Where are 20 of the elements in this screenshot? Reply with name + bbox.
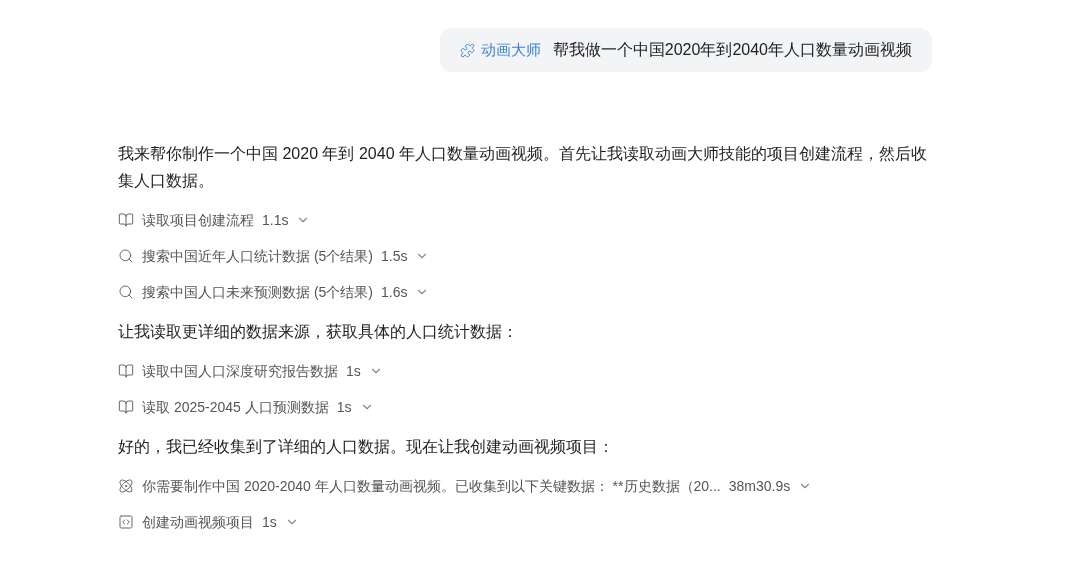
book-icon bbox=[118, 212, 134, 228]
search-icon bbox=[118, 284, 134, 300]
book-icon bbox=[118, 363, 134, 379]
step-toggle[interactable]: 读取中国人口深度研究报告数据 1s bbox=[142, 360, 383, 382]
user-message-text: 帮我做一个中国2020年到2040年人口数量动画视频 bbox=[552, 40, 912, 60]
skill-tag[interactable]: 动画大师 bbox=[459, 38, 541, 62]
step-toggle[interactable]: 读取项目创建流程 1.1s bbox=[142, 209, 311, 231]
book-icon bbox=[118, 399, 134, 415]
step-toggle[interactable]: 搜索中国近年人口统计数据 (5个结果) 1.5s bbox=[142, 245, 430, 267]
search-icon bbox=[118, 248, 134, 264]
puzzle-icon bbox=[459, 42, 475, 58]
step-toggle[interactable]: 创建动画视频项目 1s bbox=[142, 511, 299, 533]
step-toggle[interactable]: 你需要制作中国 2020-2040 年人口数量动画视频。已收集到以下关键数据： **历史数据（20... 38m30.9s bbox=[142, 475, 813, 497]
assistant-paragraph: 让我读取更详细的数据来源，获取具体的人口统计数据： bbox=[118, 322, 519, 342]
atom-icon bbox=[118, 478, 134, 494]
assistant-paragraph: 好的，我已经收集到了详细的人口数据。现在让我创建动画视频项目： bbox=[118, 437, 615, 457]
step-toggle[interactable]: 搜索中国人口未来预测数据 (5个结果) 1.6s bbox=[142, 281, 430, 303]
assistant-paragraph: 我来帮你制作一个中国 2020 年到 2040 年人口数量动画视频。首先让我读取动画大师技能的项目创建流程，然后收集人口数据。 bbox=[118, 144, 928, 191]
step-toggle[interactable]: 读取 2025-2045 人口预测数据 1s bbox=[142, 396, 374, 418]
code-icon bbox=[118, 514, 134, 530]
